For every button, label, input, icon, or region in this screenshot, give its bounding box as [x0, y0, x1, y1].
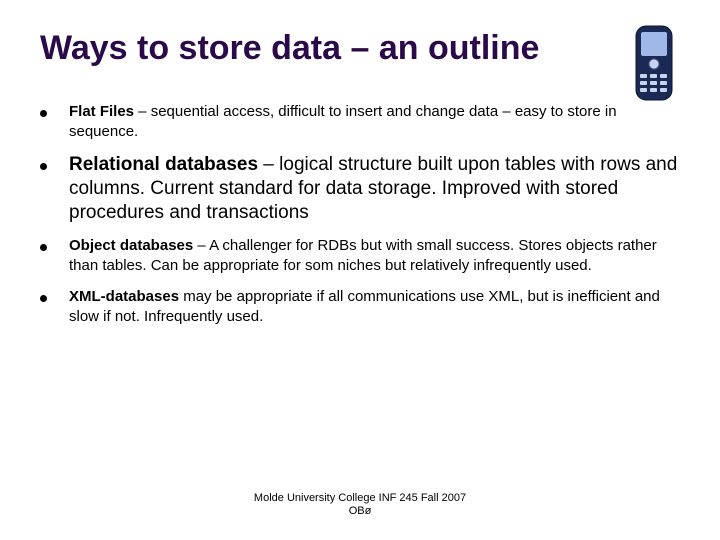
list-item: Object databases – A challenger for RDBs…	[40, 236, 680, 275]
bullet-dot-icon	[40, 163, 47, 170]
bullet-text: Flat Files – sequential access, difficul…	[69, 102, 680, 141]
list-item: Flat Files – sequential access, difficul…	[40, 102, 680, 141]
bullet-text: Relational databases – logical structure…	[69, 153, 680, 224]
page-title: Ways to store data – an outline	[40, 30, 539, 67]
bullet-dot-icon	[40, 110, 47, 117]
bullet-text: XML-databases may be appropriate if all …	[69, 287, 680, 326]
bullet-dot-icon	[40, 244, 47, 251]
bullet-list: Flat Files – sequential access, difficul…	[40, 102, 680, 326]
list-item: Relational databases – logical structure…	[40, 153, 680, 224]
bullet-bold: Object databases	[69, 237, 193, 254]
bullet-bold: Flat Files	[69, 103, 134, 120]
phone-icon	[628, 24, 680, 102]
title-row: Ways to store data – an outline	[40, 30, 680, 102]
footer-line1: Molde University College INF 245 Fall 20…	[0, 492, 720, 505]
slide: Ways to store data – an outline Fl	[0, 0, 720, 540]
bullet-text: Object databases – A challenger for RDBs…	[69, 236, 680, 275]
bullet-dot-icon	[40, 295, 47, 302]
footer: Molde University College INF 245 Fall 20…	[0, 492, 720, 518]
list-item: XML-databases may be appropriate if all …	[40, 287, 680, 326]
bullet-rest: – sequential access, difficult to insert…	[69, 103, 617, 140]
footer-line2: OBø	[0, 505, 720, 518]
bullet-bold: XML-databases	[69, 288, 179, 305]
bullet-bold: Relational databases	[69, 154, 258, 175]
